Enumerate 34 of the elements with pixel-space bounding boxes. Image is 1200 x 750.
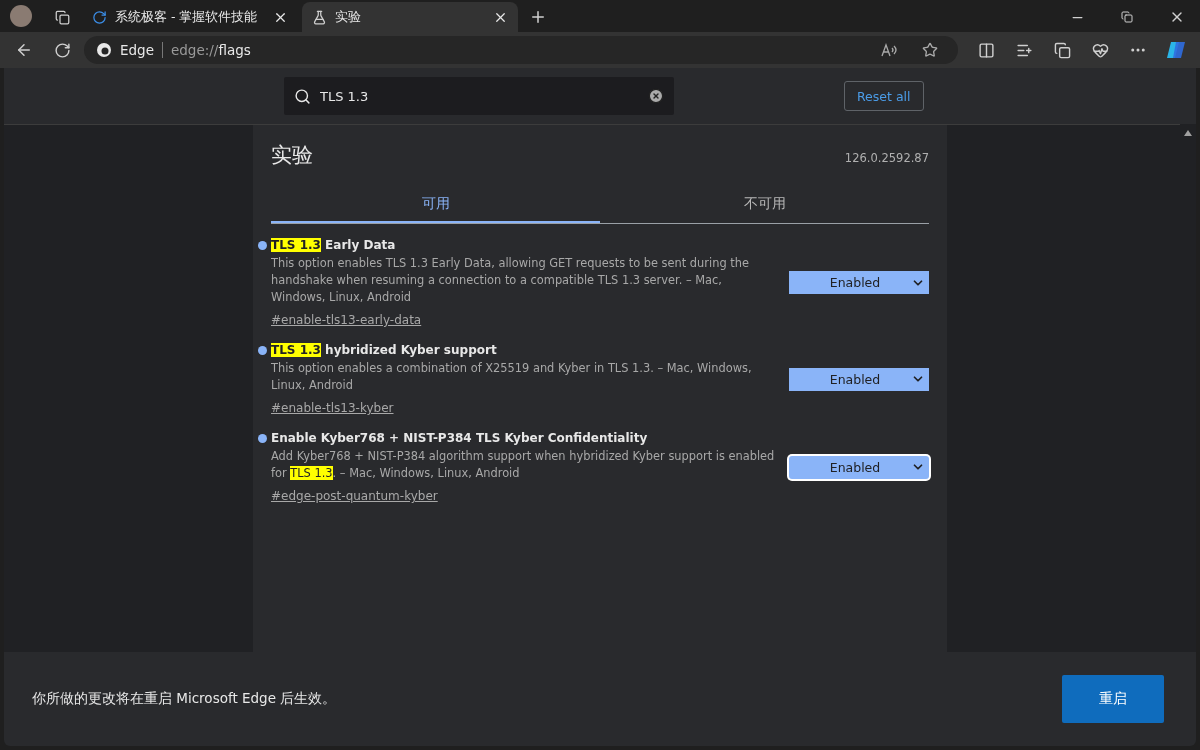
search-field[interactable]: TLS 1.3 (284, 77, 674, 115)
restart-button[interactable]: 重启 (1062, 675, 1164, 723)
flags-tab[interactable]: 可用 (271, 187, 600, 223)
flag-description: Add Kyber768 + NIST-P384 algorithm support when hybridized Kyber support is enabled for TLS 1.3. – Mac, Windows, Linux, Android (271, 448, 775, 482)
search-icon (294, 88, 311, 105)
flag-link[interactable]: #edge-post-quantum-kyber (271, 489, 438, 503)
url-text: edge://flags (171, 42, 251, 58)
reset-all-button[interactable]: Reset all (844, 81, 924, 111)
flag-title: Enable Kyber768 + NIST-P384 TLS Kyber Confidentiality (271, 431, 775, 445)
flag-dropdown[interactable]: Enabled (789, 367, 929, 391)
tab-title: 实验 (335, 8, 362, 26)
avatar[interactable] (10, 5, 32, 27)
address-bar[interactable]: Edge edge://flags (84, 36, 958, 64)
browser-tab[interactable]: 系统极客 - 掌握软件技能 (82, 2, 298, 32)
flag-title: TLS 1.3 hybridized Kyber support (271, 343, 775, 357)
flag-link[interactable]: #enable-tls13-early-data (271, 313, 422, 327)
scroll-up-icon[interactable] (1184, 130, 1192, 136)
site-label: Edge (120, 42, 154, 58)
version-text: 126.0.2592.87 (844, 151, 929, 165)
tab-title: 系统极客 - 掌握软件技能 (115, 8, 259, 26)
flask-icon (312, 9, 327, 25)
flag-description: This option enables a combination of X25519 and Kyber in TLS 1.3. – Mac, Windows, Linux, Android (271, 360, 753, 394)
restart-message: 你所做的更改将在重启 Microsoft Edge 后生效。 (32, 690, 337, 708)
flag-title: TLS 1.3 Early Data (271, 238, 775, 252)
flag-link[interactable]: #enable-tls13-kyber (271, 401, 394, 415)
flag-dropdown[interactable]: Enabled (789, 271, 929, 294)
flags-tab[interactable]: 不可用 (600, 187, 929, 223)
flag-dropdown[interactable]: Enabled (789, 455, 929, 479)
browser-tab[interactable]: 实验 (302, 2, 518, 32)
page-title: 实验 (271, 142, 313, 169)
status-dot (258, 346, 267, 355)
status-dot (258, 241, 267, 250)
flag-description: This option enables TLS 1.3 Early Data, allowing GET requests to be sent during the handshake when resuming a connection to a compatible TLS 1.3 server. – Mac, Windows, Linux, Android (271, 255, 750, 306)
status-dot (258, 434, 267, 443)
